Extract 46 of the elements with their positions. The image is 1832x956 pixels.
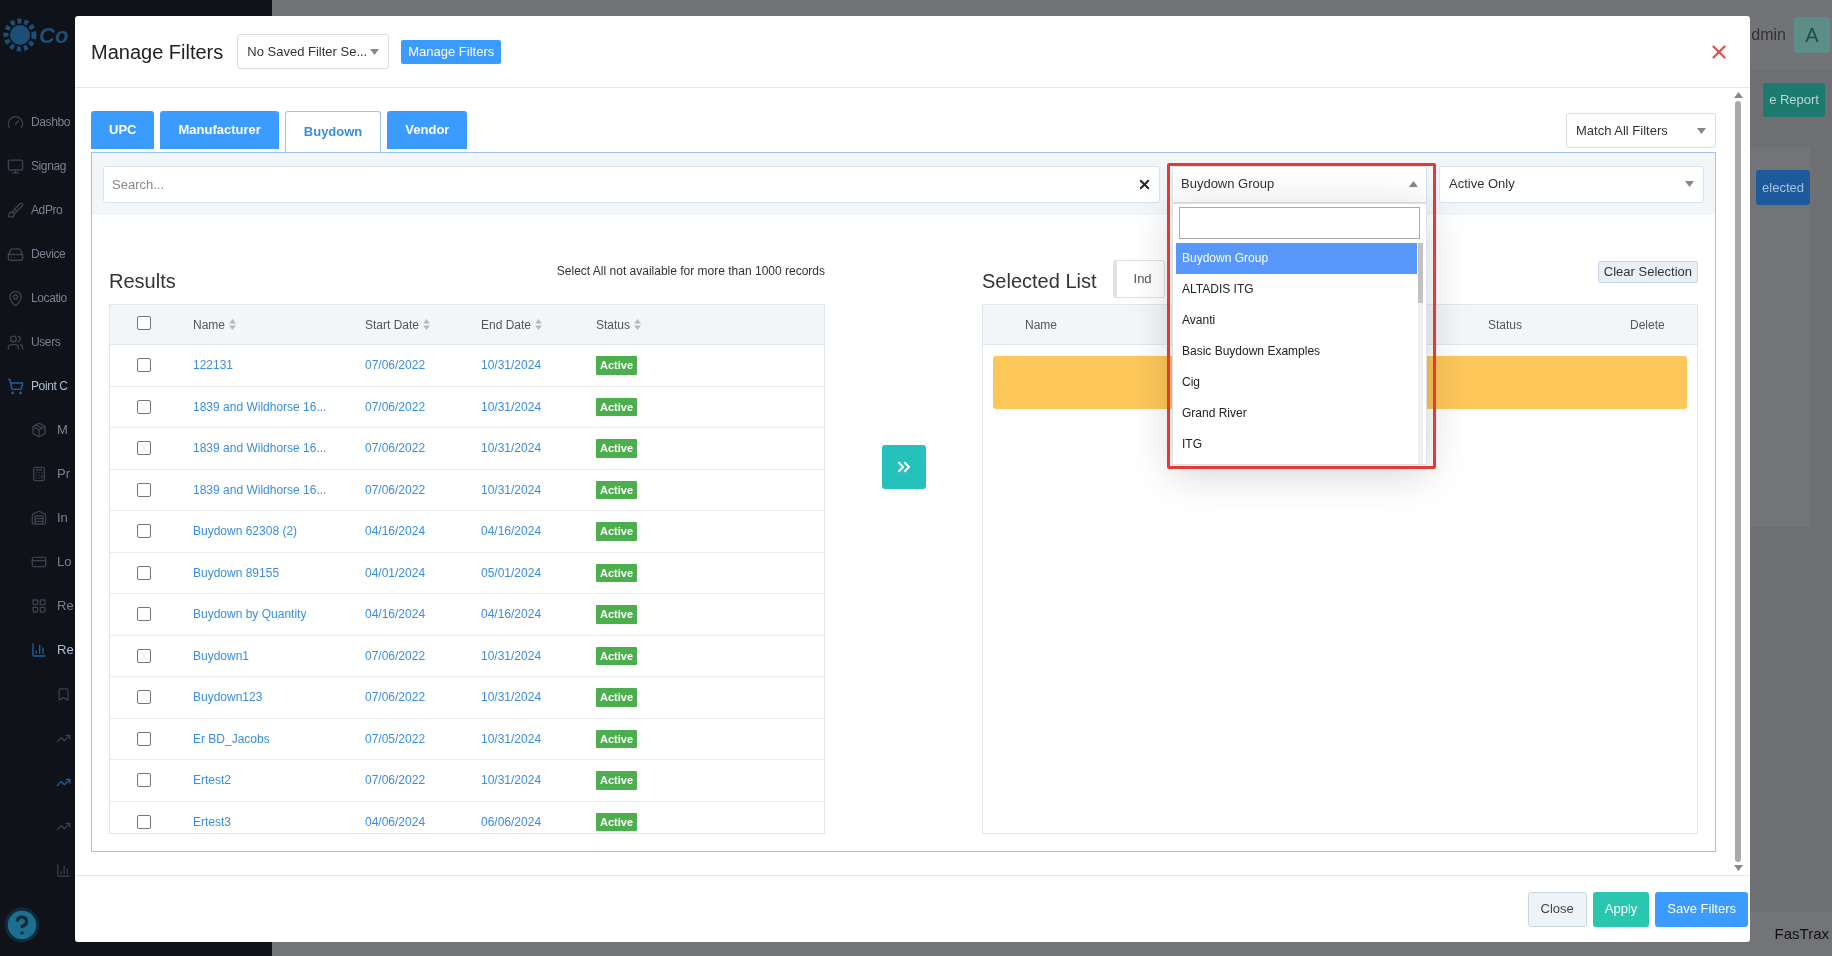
status-badge: Active (596, 480, 638, 499)
status-badge: Active (596, 356, 638, 375)
end-date: 04/16/2024 (481, 523, 543, 541)
end-date: 10/31/2024 (481, 357, 543, 375)
end-date: 04/16/2024 (481, 606, 543, 624)
status-badge: Active (596, 646, 638, 665)
user-name: dmin (1751, 25, 1786, 45)
start-date: 07/06/2022 (365, 689, 427, 707)
end-date: 10/31/2024 (481, 730, 543, 748)
status-badge: Active (596, 439, 638, 458)
selected-list-title: Selected List (982, 269, 1097, 294)
column-header: Name (1025, 316, 1057, 334)
end-date: 10/31/2024 (481, 481, 543, 499)
end-date: 10/31/2024 (481, 647, 543, 665)
start-date: 04/01/2024 (365, 564, 427, 582)
start-date: 07/06/2022 (365, 481, 427, 499)
start-date: 07/06/2022 (365, 398, 427, 416)
end-date: 10/31/2024 (481, 440, 543, 458)
end-date: 10/31/2024 (481, 772, 543, 790)
status-badge: Active (596, 771, 638, 790)
start-date: 04/06/2024 (365, 813, 427, 831)
end-date: 05/01/2024 (481, 564, 543, 582)
select-all-note: Select All not available for more than 1000 records (556, 263, 825, 280)
logo-text: Co (39, 21, 69, 50)
status-badge: Active (596, 397, 638, 416)
start-date: 04/16/2024 (365, 523, 427, 541)
status-badge: Active (596, 605, 638, 624)
start-date: 07/06/2022 (365, 647, 427, 665)
status-badge: Active (596, 522, 638, 541)
status-badge: Active (596, 729, 638, 748)
start-date: 07/06/2022 (365, 440, 427, 458)
status-badge: Active (596, 688, 638, 707)
results-title: Results (109, 269, 176, 294)
end-date: 10/31/2024 (481, 398, 543, 416)
status-badge: Active (596, 563, 638, 582)
column-header: Status (1488, 316, 1523, 334)
start-date: 07/05/2022 (365, 730, 427, 748)
end-date: 10/31/2024 (481, 689, 543, 707)
start-date: 07/06/2022 (365, 772, 427, 790)
column-header: Delete (1630, 316, 1665, 334)
start-date: 07/06/2022 (365, 357, 427, 375)
status-badge: Active (596, 812, 638, 831)
end-date: 06/06/2024 (481, 813, 543, 831)
footer-text: FasTrax (1774, 923, 1829, 944)
modal-title: Manage Filters (91, 39, 224, 65)
start-date: 04/16/2024 (365, 606, 427, 624)
